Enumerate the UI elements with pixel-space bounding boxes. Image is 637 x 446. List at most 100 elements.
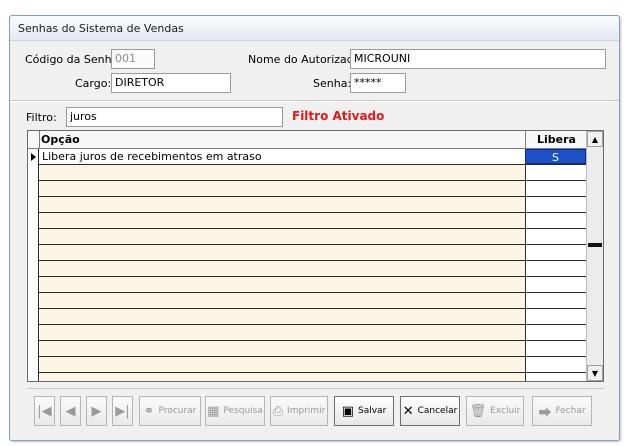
- cell-libera[interactable]: [525, 341, 586, 356]
- cell-libera[interactable]: [525, 261, 586, 276]
- cell-opcao[interactable]: [40, 341, 525, 356]
- cell-libera[interactable]: [525, 357, 586, 372]
- cell-libera[interactable]: S: [525, 149, 586, 164]
- pesquisa-button[interactable]: ▦ Pesquisa: [205, 396, 265, 426]
- row-indicator[interactable]: [28, 197, 39, 213]
- filter-input[interactable]: juros: [66, 107, 283, 127]
- fechar-button[interactable]: ⮕ Fechar: [532, 396, 592, 426]
- next-record-icon: ▶: [91, 403, 102, 419]
- cell-opcao[interactable]: [40, 293, 525, 308]
- row-indicator[interactable]: [28, 181, 39, 197]
- cell-libera[interactable]: [525, 213, 586, 228]
- column-header-libera[interactable]: Libera: [525, 131, 587, 148]
- table-row[interactable]: [28, 293, 586, 309]
- row-indicator[interactable]: [28, 149, 39, 165]
- excluir-button[interactable]: 🗑 Excluir: [466, 396, 524, 426]
- cell-libera[interactable]: [525, 245, 586, 260]
- cell-libera[interactable]: [525, 373, 586, 381]
- senha-field[interactable]: *****: [350, 73, 406, 93]
- cell-opcao[interactable]: [40, 229, 525, 244]
- row-indicator[interactable]: [28, 325, 39, 341]
- filter-status: Filtro Ativado: [292, 109, 385, 123]
- row-indicator[interactable]: [28, 261, 39, 277]
- table-row[interactable]: [28, 181, 586, 197]
- imprimir-label: Imprimir: [287, 406, 326, 416]
- nome-field[interactable]: MICROUNI: [350, 49, 606, 69]
- table-row[interactable]: [28, 277, 586, 293]
- cell-libera[interactable]: [525, 293, 586, 308]
- cell-opcao[interactable]: [40, 357, 525, 372]
- cell-opcao[interactable]: [40, 261, 525, 276]
- row-indicator[interactable]: [28, 357, 39, 373]
- cell-opcao[interactable]: [40, 181, 525, 196]
- trash-icon: 🗑: [469, 403, 487, 419]
- table-row[interactable]: [28, 325, 586, 341]
- scroll-down-icon[interactable]: ▼: [587, 365, 603, 381]
- cell-opcao[interactable]: [40, 165, 525, 180]
- cell-libera[interactable]: [525, 277, 586, 292]
- exit-icon: ⮕: [538, 405, 552, 421]
- cell-opcao[interactable]: [40, 325, 525, 340]
- scroll-up-icon[interactable]: ▲: [587, 131, 603, 147]
- table-row[interactable]: Libera juros de recebimentos em atraso S: [28, 149, 586, 165]
- cell-opcao[interactable]: [40, 197, 525, 212]
- scroll-thumb[interactable]: [588, 243, 602, 247]
- row-indicator[interactable]: [28, 341, 39, 357]
- table-row[interactable]: [28, 213, 586, 229]
- table-row[interactable]: [28, 357, 586, 373]
- next-record-button[interactable]: ▶: [86, 396, 107, 426]
- table-row[interactable]: [28, 245, 586, 261]
- table-row[interactable]: [28, 261, 586, 277]
- senha-label: Senha:: [313, 77, 352, 90]
- codigo-field[interactable]: 001: [111, 49, 155, 69]
- row-indicator[interactable]: [28, 245, 39, 261]
- row-indicator[interactable]: [28, 229, 39, 245]
- salvar-label: Salvar: [358, 406, 387, 416]
- salvar-button[interactable]: ▣ Salvar: [334, 396, 394, 426]
- table-row[interactable]: [28, 341, 586, 357]
- printer-icon: ⎙: [272, 403, 284, 419]
- row-indicator[interactable]: [28, 373, 39, 381]
- row-indicator[interactable]: [28, 277, 39, 293]
- cell-opcao[interactable]: [40, 373, 525, 381]
- filter-label: Filtro:: [26, 111, 57, 124]
- imprimir-button[interactable]: ⎙ Imprimir: [270, 396, 328, 426]
- row-indicator[interactable]: [28, 293, 39, 309]
- senhas-window: Senhas do Sistema de Vendas Código da Se…: [9, 15, 620, 441]
- cell-opcao[interactable]: [40, 309, 525, 324]
- table-row[interactable]: [28, 229, 586, 245]
- procurar-label: Procurar: [158, 406, 197, 416]
- options-grid[interactable]: Opção Libera Libera juros de recebimento…: [27, 130, 604, 382]
- cell-libera[interactable]: [525, 229, 586, 244]
- cell-opcao[interactable]: [40, 213, 525, 228]
- table-row[interactable]: [28, 309, 586, 325]
- cell-libera[interactable]: [525, 325, 586, 340]
- cancelar-button[interactable]: ✕ Cancelar: [400, 396, 460, 426]
- cell-libera[interactable]: [525, 165, 586, 180]
- table-row[interactable]: [28, 165, 586, 181]
- cell-opcao[interactable]: Libera juros de recebimentos em atraso: [40, 149, 525, 164]
- cargo-field[interactable]: DIRETOR: [111, 73, 231, 93]
- previous-record-button[interactable]: ◀: [60, 396, 81, 426]
- vertical-scrollbar[interactable]: ▲ ▼: [586, 131, 603, 381]
- last-record-button[interactable]: ▶|: [112, 396, 133, 426]
- floppy-disk-icon: ▣: [341, 403, 354, 419]
- procurar-button[interactable]: ⚭ Procurar: [139, 396, 201, 426]
- row-indicator[interactable]: [28, 165, 39, 181]
- row-indicator[interactable]: [28, 213, 39, 229]
- fechar-label: Fechar: [555, 406, 586, 416]
- cell-libera[interactable]: [525, 181, 586, 196]
- separator: [10, 100, 619, 102]
- cargo-label: Cargo:: [75, 77, 112, 90]
- table-row[interactable]: [28, 373, 586, 381]
- cell-opcao[interactable]: [40, 245, 525, 260]
- first-record-button[interactable]: |◀: [34, 396, 55, 426]
- cancel-x-icon: ✕: [402, 403, 414, 419]
- cell-opcao[interactable]: [40, 277, 525, 292]
- cell-libera[interactable]: [525, 197, 586, 212]
- cell-libera[interactable]: [525, 309, 586, 324]
- column-header-opcao[interactable]: Opção: [41, 133, 80, 146]
- cancelar-label: Cancelar: [417, 406, 458, 416]
- row-indicator[interactable]: [28, 309, 39, 325]
- table-row[interactable]: [28, 197, 586, 213]
